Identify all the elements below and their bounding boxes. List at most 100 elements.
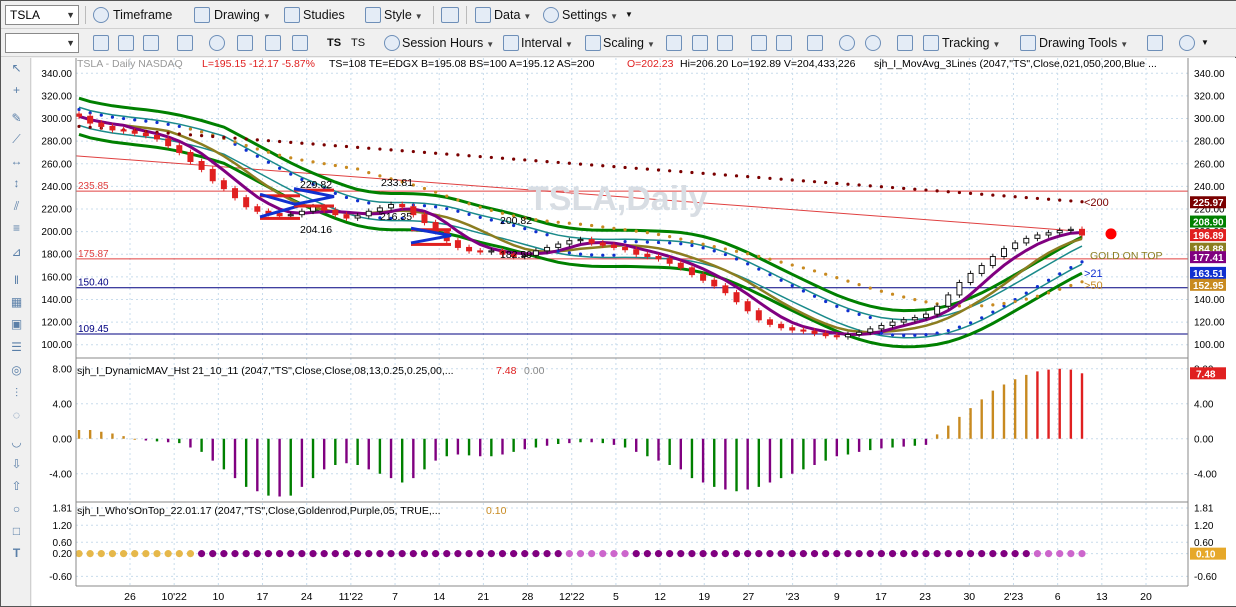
arc-icon[interactable]: ◡ [9,436,24,449]
text-tool-icon[interactable]: T [9,547,24,560]
box-tool-icon[interactable]: ▣ [9,318,24,331]
candle-icon[interactable] [692,35,708,51]
studies-icon[interactable] [284,7,300,23]
ma200-dot [77,124,81,129]
scaling-button[interactable]: Scaling ▼ [603,34,655,52]
histogram-bar [166,438,170,443]
ellipse-icon[interactable]: ○ [9,503,24,516]
interval-button[interactable]: Interval ▼ [521,34,573,52]
bars-tool-icon[interactable]: ‖ [9,274,24,287]
ma200-dot [812,180,817,184]
histogram-bar [144,438,148,441]
histogram-bar [501,438,504,455]
arrow-down-icon[interactable]: ⇩ [9,458,24,471]
spiral-icon[interactable]: ◎ [9,364,24,377]
studies-button[interactable]: Studies [303,6,345,24]
ts-text-button[interactable]: TS [351,34,365,52]
vertical-line-icon[interactable]: ↕ [9,177,24,190]
grid-icon[interactable] [897,35,913,51]
ts-button[interactable]: TS [327,34,341,52]
ma21-dot [567,251,571,255]
image-icon[interactable] [265,35,281,51]
magnify-icon[interactable] [177,35,193,51]
ma200-dot [656,168,661,172]
fib-icon[interactable]: ≡ [9,222,24,235]
bars-icon[interactable] [237,35,253,51]
undo-icon[interactable] [93,35,109,51]
levels-icon[interactable]: ⫶ [9,387,24,400]
redo-icon[interactable] [118,35,134,51]
crosshair-icon[interactable]: + [9,84,24,97]
window-icon[interactable] [143,35,159,51]
ma200-dot [868,184,872,188]
gauge-icon[interactable] [1179,35,1195,51]
trendline-icon[interactable]: ⟋ [9,133,24,146]
symbol-input[interactable]: TSLA ▼ [5,5,79,25]
toolbar-divider [85,6,86,24]
ma200-dot [211,134,215,139]
trading-app-window: TSLA ▼ Timeframe Drawing ▼ Studies Style ▼ … [0,0,1236,607]
timeframe-button[interactable]: Timeframe [113,6,172,24]
histogram-bar [1025,374,1028,439]
timeframe-icon[interactable] [93,7,109,23]
tracking-button[interactable]: Tracking ▼ [942,34,1000,52]
drawing-tools-button[interactable]: Drawing Tools ▼ [1039,34,1128,52]
style-icon[interactable] [365,7,381,23]
chevron-down-icon[interactable]: ▼ [66,36,75,50]
rectangle-icon[interactable]: □ [9,525,24,538]
grid-tool-icon[interactable]: ▦ [9,296,24,309]
level-line-label: 150.40 [78,278,109,289]
ma50-dot [913,297,917,302]
ma200-dot [980,192,984,196]
session-icon[interactable] [384,35,400,51]
volume-bars-2-icon[interactable] [776,35,792,51]
style-button[interactable]: Style ▼ [384,6,423,24]
settings-button[interactable]: Settings ▼ [562,6,618,24]
whos-on-top-dot [342,550,351,558]
session-hours-button[interactable]: Session Hours ▼ [402,34,494,52]
lines-tool-icon[interactable]: ☰ [9,341,24,354]
toolbar-overflow-icon[interactable]: ▼ [1201,34,1209,52]
panel-icon[interactable] [807,35,823,51]
histogram-bar [233,438,237,479]
histogram-bar [445,438,448,457]
clock-icon[interactable] [209,35,225,51]
tracking-icon[interactable] [923,35,939,51]
channel-icon[interactable]: ⫽ [9,200,24,213]
toolbar-overflow-icon[interactable]: ▼ [625,6,633,24]
zoom-in-icon[interactable] [839,35,855,51]
histogram-bar [646,438,649,457]
drawing-tools-icon[interactable] [1020,35,1036,51]
chart-area[interactable]: 235.85175.87150.40109.45229.82 233.81204.… [32,58,1236,606]
pencil-icon[interactable]: ✎ [9,112,24,125]
gann-icon[interactable]: ⊿ [9,246,24,259]
chart-combo[interactable]: ▼ [5,33,79,53]
cycle-icon[interactable]: ◌ [9,409,24,422]
chevron-down-icon[interactable]: ▼ [66,8,75,22]
ma21-dot [835,304,839,309]
layout-icon[interactable] [441,7,459,23]
y-tick-label-left: 140.00 [41,295,72,306]
table-icon[interactable] [292,35,308,51]
bar-chart-icon[interactable] [666,35,682,51]
ma21-dot [890,333,895,337]
histogram-bar [590,438,593,443]
scaling-icon[interactable] [585,35,601,51]
drawing-icon[interactable] [194,7,210,23]
interval-icon[interactable] [503,35,519,51]
ma50-dot [278,153,282,157]
data-button[interactable]: Data ▼ [494,6,531,24]
data-icon[interactable] [475,7,491,23]
pointer-icon[interactable]: ↖ [9,62,24,75]
price-header-stats-red: L=195.15 -12.17 -5.87% [202,58,315,70]
chart-trend-icon[interactable] [1147,35,1163,51]
arrow-up-icon[interactable]: ⇧ [9,480,24,493]
histogram-bar [1036,371,1039,439]
candle-hollow-icon[interactable] [717,35,733,51]
drawing-button[interactable]: Drawing ▼ [214,6,271,24]
histogram-bar [757,438,761,487]
volume-bars-icon[interactable] [751,35,767,51]
horizontal-line-icon[interactable]: ↔ [9,155,24,168]
zoom-out-icon[interactable] [865,35,881,51]
gear-icon[interactable] [543,7,559,23]
